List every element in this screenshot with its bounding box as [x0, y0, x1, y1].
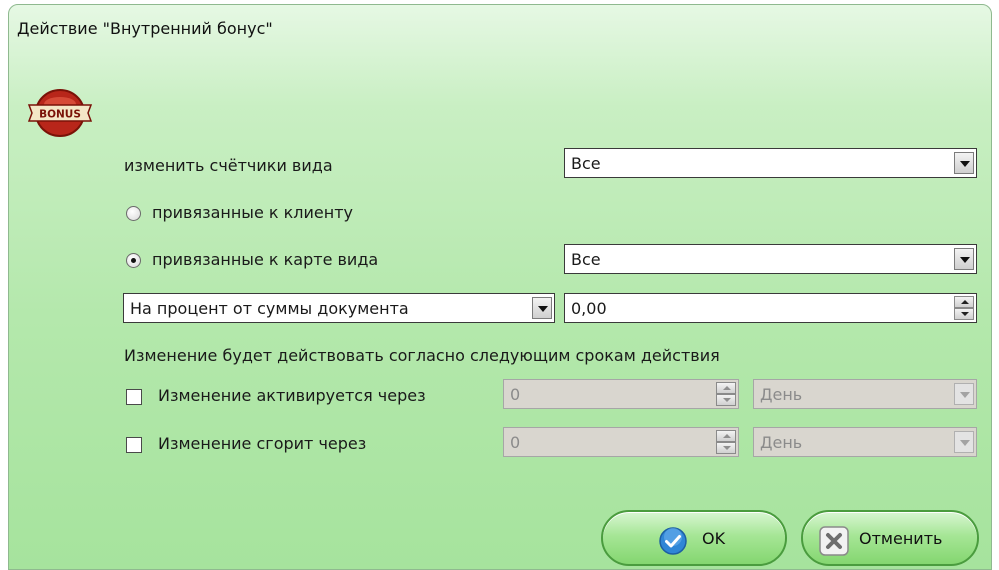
change-type-value: На процент от суммы документа: [130, 299, 409, 318]
radio-selected-dot: [131, 258, 136, 263]
spin-down-icon[interactable]: [716, 442, 736, 454]
activate-days-value: 0: [510, 385, 521, 404]
expire-checkbox[interactable]: [126, 437, 142, 453]
chevron-down-icon[interactable]: [954, 431, 974, 453]
amount-stepper[interactable]: [954, 296, 974, 320]
checkmark-icon: [659, 527, 687, 555]
dialog-title: Действие "Внутренний бонус": [17, 19, 273, 38]
counter-kind-select[interactable]: Все: [564, 148, 977, 178]
svg-text:BONUS: BONUS: [39, 109, 81, 121]
spin-down-icon[interactable]: [954, 308, 974, 320]
expire-unit-value: День: [760, 433, 803, 452]
spin-down-icon[interactable]: [716, 394, 736, 406]
amount-value: 0,00: [571, 299, 607, 318]
expire-label: Изменение сгорит через: [158, 434, 367, 453]
activate-checkbox[interactable]: [126, 389, 142, 405]
activate-days-spinbox[interactable]: 0: [503, 379, 739, 409]
chevron-down-icon[interactable]: [954, 248, 974, 270]
chevron-down-icon[interactable]: [532, 297, 552, 319]
expire-stepper[interactable]: [716, 430, 736, 454]
chevron-down-icon[interactable]: [954, 152, 974, 174]
activate-stepper[interactable]: [716, 382, 736, 406]
radio-client-label: привязанные к клиенту: [152, 203, 353, 222]
radio-client[interactable]: [126, 206, 141, 221]
amount-spinbox[interactable]: 0,00: [564, 293, 977, 323]
expire-unit-select[interactable]: День: [753, 427, 977, 457]
ok-button-label: OK: [702, 529, 726, 548]
bonus-action-dialog: Действие "Внутренний бонус" BONUS измени…: [8, 4, 992, 570]
spin-up-icon[interactable]: [716, 382, 736, 394]
cancel-button-label: Отменить: [859, 529, 943, 548]
activate-unit-value: День: [760, 385, 803, 404]
counter-kind-label: изменить счётчики вида: [124, 156, 333, 175]
spin-up-icon[interactable]: [716, 430, 736, 442]
ok-button[interactable]: OK: [601, 510, 787, 566]
radio-card-label: привязанные к карте вида: [152, 250, 379, 269]
terms-label: Изменение будет действовать согласно сле…: [124, 346, 720, 365]
chevron-down-icon[interactable]: [954, 383, 974, 405]
radio-card[interactable]: [126, 253, 141, 268]
expire-days-spinbox[interactable]: 0: [503, 427, 739, 457]
activate-label: Изменение активируется через: [158, 386, 426, 405]
change-type-select[interactable]: На процент от суммы документа: [123, 293, 555, 323]
card-kind-value: Все: [571, 250, 601, 269]
spin-up-icon[interactable]: [954, 296, 974, 308]
counter-kind-value: Все: [571, 154, 601, 173]
card-kind-select[interactable]: Все: [564, 244, 977, 274]
activate-unit-select[interactable]: День: [753, 379, 977, 409]
close-icon: [819, 526, 849, 556]
expire-days-value: 0: [510, 433, 521, 452]
bonus-logo-icon: BONUS: [27, 89, 93, 137]
cancel-button[interactable]: Отменить: [801, 510, 979, 566]
